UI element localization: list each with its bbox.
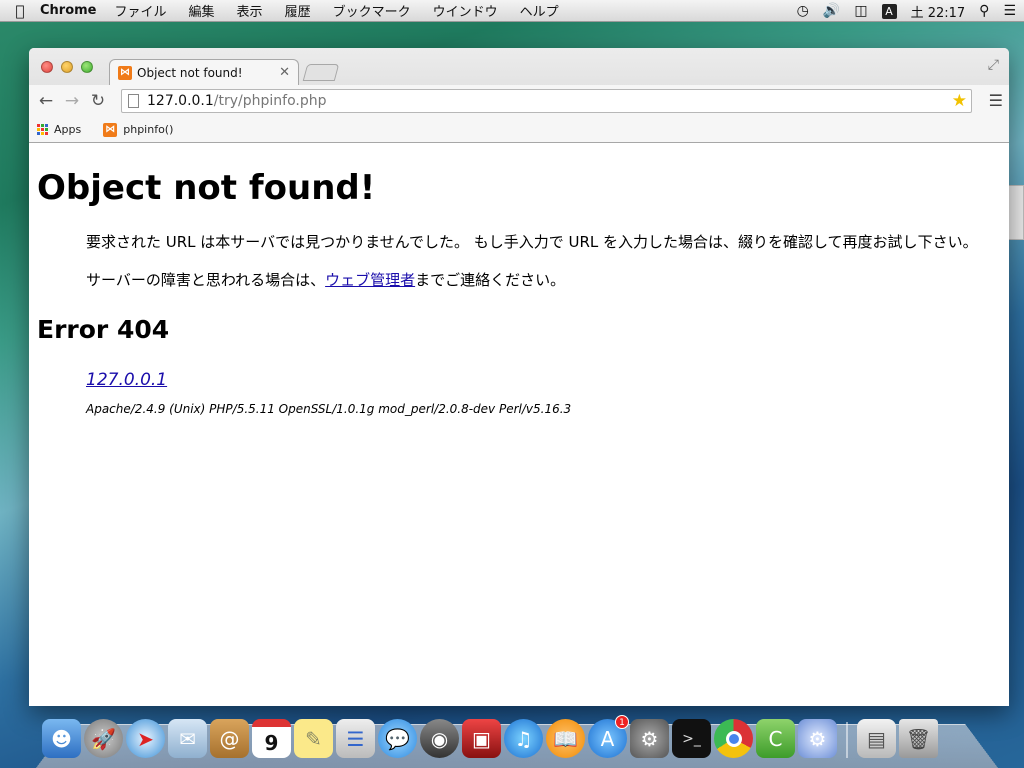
input-source-icon[interactable]: A <box>881 3 897 19</box>
tab-title: Object not found! <box>137 65 243 80</box>
bookmark-apps-label: Apps <box>54 123 82 136</box>
contact-text-before: サーバーの障害と思われる場合は、 <box>86 271 326 289</box>
clock[interactable]: 土 22:17 <box>911 2 966 21</box>
error-code-heading: Error 404 <box>37 315 170 344</box>
contacts-icon[interactable]: @ <box>210 719 249 758</box>
background-window-edge <box>1008 185 1024 240</box>
dock-separator <box>846 722 848 758</box>
url-host: 127.0.0.1 <box>147 93 214 109</box>
menu-edit[interactable]: 編集 <box>189 1 215 20</box>
tab-active[interactable]: ⋈ Object not found! ✕ <box>109 59 299 85</box>
dock: ☻ 🚀 ➤ ✉ @ 9 ✎ ☰ 💬 ◉ ▣ ♫ 📖 A1 ⚙ >_ C ⚙ ▤ … <box>42 714 938 758</box>
gear-app-icon[interactable]: ⚙ <box>798 719 837 758</box>
time-machine-icon[interactable]: ◷ <box>797 3 809 19</box>
launchpad-icon[interactable]: 🚀 <box>84 719 123 758</box>
terminal-icon[interactable]: >_ <box>672 719 711 758</box>
chrome-icon[interactable] <box>714 719 753 758</box>
menu-help[interactable]: ヘルプ <box>520 1 559 20</box>
bookmark-apps[interactable]: Apps <box>37 123 81 136</box>
tab-close-icon[interactable]: ✕ <box>279 65 290 80</box>
spotlight-search-icon[interactable]: ⚲ <box>979 3 989 19</box>
app-store-badge: 1 <box>615 715 629 729</box>
browser-chrome: ⤢ ⋈ Object not found! ✕ ← → ↻ 127.0.0.1 … <box>29 48 1009 143</box>
reload-icon[interactable]: ↻ <box>85 91 111 111</box>
downloads-stack-icon[interactable]: ▤ <box>857 719 896 758</box>
volume-icon[interactable]: 🔊 <box>823 3 840 19</box>
reminders-icon[interactable]: ☰ <box>336 719 375 758</box>
photo-booth-icon[interactable]: ▣ <box>462 719 501 758</box>
toolbar: ← → ↻ 127.0.0.1 /try/phpinfo.php ★ ☰ <box>29 85 1009 117</box>
notification-center-icon[interactable]: ☰ <box>1003 3 1016 19</box>
menu-bar:  Chrome ファイル 編集 表示 履歴 ブックマーク ウインドウ ヘルプ … <box>0 0 1024 22</box>
new-tab-button[interactable] <box>302 64 340 81</box>
coda-icon[interactable]: C <box>756 719 795 758</box>
bookmark-star-icon[interactable]: ★ <box>952 91 967 111</box>
chrome-menu-icon[interactable]: ☰ <box>989 91 1003 110</box>
bookmark-phpinfo-label: phpinfo() <box>123 123 174 136</box>
notes-icon[interactable]: ✎ <box>294 719 333 758</box>
messages-icon[interactable]: 💬 <box>378 719 417 758</box>
page-content: Object not found! 要求された URL は本サーバでは見つかりま… <box>29 144 1009 706</box>
xampp-icon: ⋈ <box>103 122 118 137</box>
contact-message: サーバーの障害と思われる場合は、ウェブ管理者までご連絡ください。 <box>86 268 993 293</box>
error-message: 要求された URL は本サーバでは見つかりませんでした。 もし手入力で URL … <box>86 233 978 251</box>
app-store-icon[interactable]: A1 <box>588 715 629 758</box>
menu-app-name[interactable]: Chrome <box>40 3 97 18</box>
zoom-window-button[interactable] <box>81 61 93 73</box>
apple-menu-icon[interactable]:  <box>0 2 40 20</box>
forward-arrow-icon[interactable]: → <box>59 91 85 111</box>
bookmarks-bar: Apps ⋈ phpinfo() <box>29 117 1009 142</box>
finder-icon[interactable]: ☻ <box>42 719 81 758</box>
xampp-favicon-icon: ⋈ <box>118 65 132 80</box>
webmaster-link[interactable]: ウェブ管理者 <box>325 271 415 289</box>
fullscreen-icon[interactable]: ⤢ <box>988 57 999 73</box>
bookmark-phpinfo[interactable]: ⋈ phpinfo() <box>103 122 174 137</box>
server-signature: Apache/2.4.9 (Unix) PHP/5.5.11 OpenSSL/1… <box>86 402 572 416</box>
apps-grid-icon <box>37 124 48 135</box>
battery-icon[interactable]: ◫ <box>854 3 867 19</box>
address-bar[interactable]: 127.0.0.1 /try/phpinfo.php ★ <box>121 89 972 113</box>
back-arrow-icon[interactable]: ← <box>33 91 59 111</box>
close-window-button[interactable] <box>41 61 53 73</box>
host-link[interactable]: 127.0.0.1 <box>86 370 167 390</box>
ibooks-icon[interactable]: 📖 <box>546 719 585 758</box>
url-path: /try/phpinfo.php <box>213 93 327 109</box>
menu-view[interactable]: 表示 <box>237 1 263 20</box>
itunes-icon[interactable]: ♫ <box>504 719 543 758</box>
page-title: Object not found! <box>37 168 376 208</box>
minimize-window-button[interactable] <box>61 61 73 73</box>
trash-icon[interactable]: 🗑 <box>899 719 938 758</box>
menu-file[interactable]: ファイル <box>115 1 167 20</box>
menu-window[interactable]: ウインドウ <box>433 1 498 20</box>
menu-history[interactable]: 履歴 <box>285 1 311 20</box>
system-preferences-icon[interactable]: ⚙ <box>630 719 669 758</box>
browser-window: ⤢ ⋈ Object not found! ✕ ← → ↻ 127.0.0.1 … <box>29 48 1009 706</box>
calendar-icon[interactable]: 9 <box>252 719 291 758</box>
facetime-icon[interactable]: ◉ <box>420 719 459 758</box>
menu-bookmarks[interactable]: ブックマーク <box>333 1 411 20</box>
mail-icon[interactable]: ✉ <box>168 719 207 758</box>
page-icon <box>128 94 139 108</box>
contact-text-after: までご連絡ください。 <box>415 271 566 289</box>
safari-icon[interactable]: ➤ <box>126 719 165 758</box>
